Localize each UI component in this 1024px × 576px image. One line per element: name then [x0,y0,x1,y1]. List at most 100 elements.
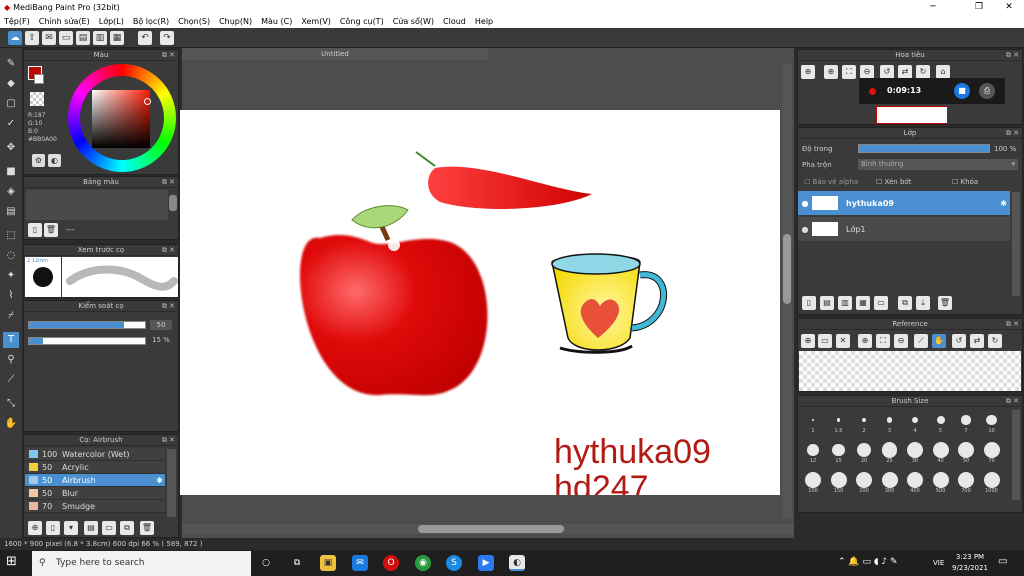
brush-tool-icon[interactable]: ✎ [3,56,19,72]
upload-icon[interactable]: ⇪ [25,31,39,45]
fill-rect-icon[interactable]: ■ [3,164,19,180]
brush-size-option[interactable]: 70 [981,442,1003,464]
brush-size-option[interactable]: 300 [879,472,901,494]
dot-tool-icon[interactable]: ▢ [3,96,19,112]
magic-wand-icon[interactable]: ✦ [3,268,19,284]
brush-file-icon[interactable]: ▤ [84,521,98,535]
eyedropper-icon[interactable]: ⤡ [3,396,19,412]
brush-size-option[interactable]: 4 [904,412,926,434]
size-slider[interactable] [28,321,146,329]
brush-item[interactable]: 100 Watercolor (Wet) [25,448,165,461]
menu-help[interactable]: Help [475,17,493,26]
brush-settings-icon[interactable]: ✱ [156,476,163,485]
cloud-icon[interactable]: ☁ [8,31,22,45]
brush-size-option[interactable]: 7 [955,412,977,434]
reference-canvas[interactable] [799,351,1021,391]
reference-fit-icon[interactable]: ⛶ [876,334,890,348]
notification-icon[interactable]: ▭ [998,556,1007,567]
brush-size-option[interactable]: 15 [828,442,850,464]
zoom-in-alt-icon[interactable]: ⊕ [824,65,838,79]
redo-icon[interactable]: ↷ [160,31,174,45]
brush-item-selected[interactable]: 50 Airbrush ✱ [25,474,165,487]
palette-scrollbar[interactable] [169,195,177,211]
select-eraser-icon[interactable]: ⌿ [3,308,19,324]
brush-size-option[interactable]: 12 [802,442,824,464]
delete-layer-icon[interactable]: 🗑 [938,296,952,310]
speech-icon[interactable]: ▭ [59,31,73,45]
visibility-icon[interactable]: ● [798,199,812,208]
transparent-swatch[interactable] [30,92,44,106]
canvas-hscroll[interactable] [182,524,794,534]
store-icon[interactable]: ▣ [320,555,336,571]
duplicate-layer-icon[interactable]: ⧉ [898,296,912,310]
panel-close-icon[interactable]: ⧉ ✕ [162,245,175,256]
select-pen-icon[interactable]: ✓ [3,116,19,132]
brush-size-option[interactable]: 700 [955,472,977,494]
language-indicator[interactable]: VIE [933,559,944,567]
select-brush-icon[interactable]: ⌇ [3,288,19,304]
zoom-out-icon[interactable]: ⊖ [860,65,874,79]
undo-icon[interactable]: ↶ [138,31,152,45]
brush-list-scrollbar[interactable] [167,449,176,517]
page-icon[interactable]: ▤ [76,31,90,45]
windows-start-icon[interactable]: ⊞ [6,554,17,569]
new-8bit-layer-icon[interactable]: ▥ [838,296,852,310]
layer-scrollbar[interactable] [1012,192,1020,296]
panel-close-icon[interactable]: ⧉ ✕ [162,177,175,188]
panel-close-icon[interactable]: ⧉ ✕ [162,50,175,61]
menu-tools[interactable]: Công cụ(T) [340,17,384,26]
add-brush-icon[interactable]: ⊕ [28,521,42,535]
lock-view-icon[interactable]: ⌂ [936,65,950,79]
brush-size-option[interactable]: 500 [930,472,952,494]
color-set-icon[interactable]: ◐ [48,154,61,167]
canvas-vscroll[interactable] [782,64,792,518]
operation-tool-icon[interactable]: ⚲ [3,352,19,368]
clipping-checkbox[interactable]: ☐ Xén bớt [876,178,911,186]
rotate-right-icon[interactable]: ↻ [916,65,930,79]
canvas-tab[interactable]: Untitled [182,48,488,60]
medibang-taskbar-icon[interactable]: ◐ [509,555,525,571]
brush-folder-icon[interactable]: ▭ [102,521,116,535]
menu-snap[interactable]: Chụp(N) [219,17,252,26]
new-brush-icon[interactable]: ▯ [46,521,60,535]
opacity-slider[interactable] [28,337,146,345]
mail-icon[interactable]: ✉ [352,555,368,571]
menu-select[interactable]: Chọn(S) [178,17,210,26]
layer-row[interactable]: ● Lớp1 [798,217,1010,241]
navigator-thumbnail[interactable] [876,106,948,124]
panel-close-icon[interactable]: ⧉ ✕ [1006,128,1019,139]
brush-size-option[interactable]: 5 [930,412,952,434]
brush-options-icon[interactable]: ▾ [64,521,78,535]
zoom-app-icon[interactable]: ▶ [478,555,494,571]
bucket-tool-icon[interactable]: ◈ [3,184,19,200]
new-palette-icon[interactable]: ▯ [28,223,42,237]
maximize-button[interactable]: ❐ [966,0,992,14]
visibility-icon[interactable]: ● [798,225,812,234]
reference-add-icon[interactable]: ⊕ [801,334,815,348]
opera-icon[interactable]: O [383,555,399,571]
microphone-icon[interactable]: ⎙ [979,83,995,99]
comment-icon[interactable]: ✉ [42,31,56,45]
system-tray-icons[interactable]: ⌃ 🔔 ▭ ◖ ♪ ✎ [838,557,898,567]
cortana-icon[interactable]: ○ [258,555,274,571]
merge-layer-icon[interactable]: ⤓ [916,296,930,310]
brush-size-option[interactable]: 2 [853,412,875,434]
minimize-button[interactable]: ─ [920,0,946,14]
menu-view[interactable]: Xem(V) [301,17,331,26]
new-halftone-layer-icon[interactable]: ▤ [820,296,834,310]
panel-close-icon[interactable]: ⧉ ✕ [162,435,175,446]
reference-rotate-right-icon[interactable]: ↻ [988,334,1002,348]
hand-tool-icon[interactable]: ✋ [3,416,19,432]
brush-size-option[interactable]: 1000 [981,472,1003,494]
palette-icon[interactable]: ⚙ [32,154,45,167]
color-picker-cursor[interactable] [144,98,151,105]
panel-close-icon[interactable]: ⧉ ✕ [162,301,175,312]
palette-area[interactable] [26,190,168,220]
text-tool-icon[interactable]: T [3,332,19,348]
rect-select-icon[interactable]: ⬚ [3,228,19,244]
new-layer-icon[interactable]: ▯ [802,296,816,310]
rotate-left-icon[interactable]: ↺ [880,65,894,79]
brush-size-option[interactable]: 3 [879,412,901,434]
brush-copy-icon[interactable]: ⧉ [120,521,134,535]
menu-color[interactable]: Màu (C) [261,17,292,26]
